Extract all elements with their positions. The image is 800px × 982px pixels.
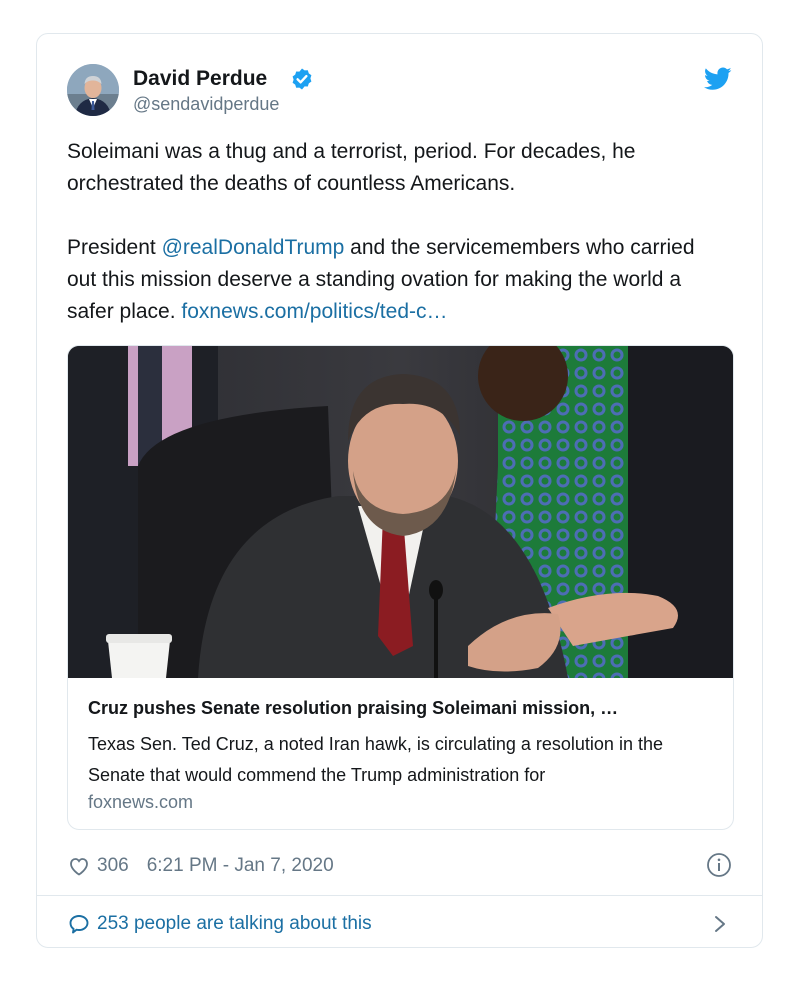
info-icon[interactable] [706,852,732,878]
author-name[interactable]: David Perdue [133,67,267,91]
link-card-title[interactable]: Cruz pushes Senate resolution praising S… [88,698,713,719]
speech-bubble-icon [69,915,89,934]
heart-icon[interactable] [67,854,91,878]
verified-badge-icon [292,68,312,90]
tweet-text-segment: President [67,236,162,259]
twitter-bird-icon[interactable] [704,67,732,91]
avatar[interactable] [67,64,119,116]
article-image [68,346,733,678]
tweet-meta: 306 6:21 PM - Jan 7, 2020 [67,852,334,880]
tweet-text: Soleimani was a thug and a terrorist, pe… [67,136,727,328]
link-preview-card[interactable]: Cruz pushes Senate resolution praising S… [67,345,734,830]
author-handle[interactable]: @sendavidperdue [133,94,279,115]
link-card-description: Texas Sen. Ted Cruz, a noted Iran hawk, … [88,734,663,785]
tweet-paragraph-2: President @realDonaldTrump and the servi… [67,232,727,328]
conversation-link[interactable]: 253 people are talking about this [67,910,372,938]
link-card-domain: foxnews.com [88,792,194,812]
divider [37,895,762,896]
mention-link[interactable]: @realDonaldTrump [162,236,345,259]
like-count[interactable]: 306 [97,855,129,877]
tweet-card: David Perdue @sendavidperdue Soleimani w… [36,33,763,948]
conversation-count-label: 253 people are talking about this [97,913,372,934]
tweet-timestamp[interactable]: 6:21 PM - Jan 7, 2020 [147,855,334,877]
chevron-right-icon[interactable] [712,912,728,936]
article-link[interactable]: foxnews.com/politics/ted-c… [181,300,447,323]
tweet-paragraph-1: Soleimani was a thug and a terrorist, pe… [67,140,636,195]
